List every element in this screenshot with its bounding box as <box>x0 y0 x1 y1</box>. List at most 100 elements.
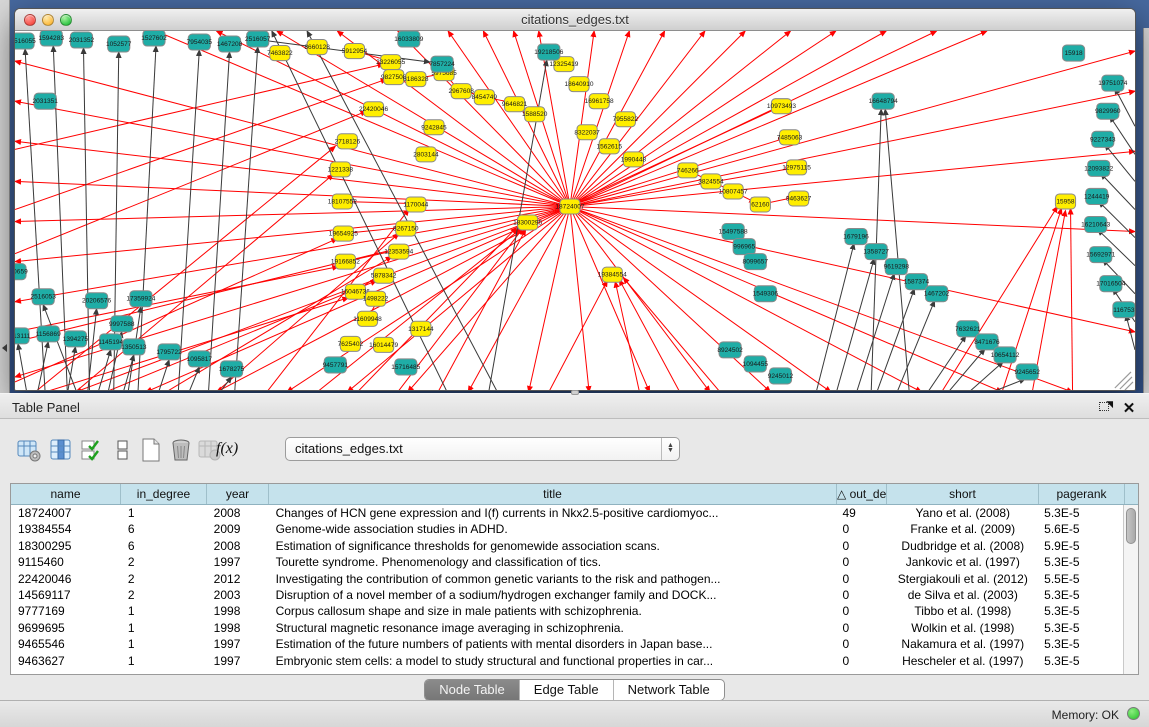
table-cell[interactable]: 2009 <box>207 521 269 537</box>
table-cell[interactable]: 0 <box>836 538 886 554</box>
window-titlebar[interactable]: citations_edges.txt <box>15 9 1135 31</box>
table-cell[interactable]: 0 <box>836 521 886 537</box>
table-cell[interactable]: 9699695 <box>11 620 121 636</box>
table-cell[interactable]: 0 <box>836 653 886 669</box>
scrollbar-thumb[interactable] <box>1126 508 1136 544</box>
table-cell[interactable]: 22420046 <box>11 571 121 587</box>
table-row[interactable]: 977716911998Corpus callosum shape and si… <box>11 603 1123 619</box>
table-cell[interactable]: Franke et al. (2009) <box>885 521 1037 537</box>
graph-edge[interactable] <box>549 281 607 390</box>
graph-edge[interactable] <box>15 141 570 206</box>
dropdown-stepper-icon[interactable]: ▲▼ <box>661 438 679 460</box>
table-cell[interactable]: 1 <box>121 653 207 669</box>
graph-edge[interactable] <box>876 289 914 390</box>
table-cell[interactable]: 1 <box>121 505 207 521</box>
table-vertical-scrollbar[interactable] <box>1123 505 1138 674</box>
graph-edge[interactable] <box>468 206 570 390</box>
table-cell[interactable]: 9465546 <box>11 636 121 652</box>
table-cell[interactable]: Nakamura et al. (1997) <box>885 636 1037 652</box>
table-cell[interactable]: 6 <box>121 521 207 537</box>
table-panel-header[interactable]: Table Panel ◥ ✕ <box>0 393 1149 419</box>
graph-edge[interactable] <box>357 228 516 390</box>
column-header-in_degree[interactable]: in_degree <box>121 484 207 504</box>
table-cell[interactable]: 5.9E-5 <box>1037 538 1123 554</box>
graph-edge[interactable] <box>570 206 589 390</box>
close-panel-icon[interactable]: ✕ <box>1121 399 1137 415</box>
table-cell[interactable]: Tibbo et al. (1998) <box>885 603 1037 619</box>
tab-network-table[interactable]: Network Table <box>614 680 724 700</box>
table-cell[interactable]: Jankovic et al. (1997) <box>885 554 1037 570</box>
function-builder-icon[interactable]: f(x) <box>216 440 238 458</box>
graph-edge[interactable] <box>619 280 679 390</box>
table-cell[interactable]: 1997 <box>207 653 269 669</box>
table-cell[interactable]: Investigating the contribution of common… <box>269 571 836 587</box>
table-cell[interactable]: Genome-wide association studies in ADHD. <box>269 521 836 537</box>
table-cell[interactable]: 0 <box>836 587 886 603</box>
table-cell[interactable]: 5.3E-5 <box>1037 587 1123 603</box>
column-header-short[interactable]: short <box>887 484 1039 504</box>
table-settings-icon[interactable] <box>16 437 42 463</box>
table-cell[interactable]: 5.3E-5 <box>1037 653 1123 669</box>
table-cell[interactable]: 1 <box>121 620 207 636</box>
table-cell[interactable]: 2008 <box>207 538 269 554</box>
table-cell[interactable]: 1997 <box>207 636 269 652</box>
table-cell[interactable]: Tourette syndrome. Phenomenology and cla… <box>269 554 836 570</box>
table-cell[interactable]: 49 <box>836 505 886 521</box>
table-cell[interactable]: 18724007 <box>11 505 121 521</box>
table-cell[interactable]: 1 <box>121 636 207 652</box>
control-panel-edge[interactable] <box>0 0 10 393</box>
graph-edge[interactable] <box>15 206 570 341</box>
graph-edge[interactable] <box>623 278 720 390</box>
table-row[interactable]: 1872400712008Changes of HCN gene express… <box>11 505 1123 521</box>
table-cell[interactable]: Estimation of significance thresholds fo… <box>269 538 836 554</box>
graph-edge[interactable] <box>216 206 570 390</box>
graph-edge[interactable] <box>570 206 1135 331</box>
table-cell[interactable]: Changes of HCN gene expression and I(f) … <box>269 505 836 521</box>
table-cell[interactable]: 1998 <box>207 620 269 636</box>
graph-edge[interactable] <box>18 344 27 390</box>
table-cell[interactable]: 2 <box>121 587 207 603</box>
table-cell[interactable]: Yano et al. (2008) <box>885 505 1037 521</box>
table-cell[interactable]: 0 <box>836 571 886 587</box>
graph-edge[interactable] <box>836 259 874 390</box>
graph-edge[interactable] <box>188 367 199 390</box>
graph-edge[interactable] <box>178 50 199 390</box>
graph-edge[interactable] <box>570 91 1135 206</box>
graph-edge[interactable] <box>570 206 650 390</box>
tab-node-table[interactable]: Node Table <box>425 680 520 700</box>
table-cell[interactable]: 0 <box>836 636 886 652</box>
table-cell[interactable]: 5.3E-5 <box>1037 636 1123 652</box>
graph-edge[interactable] <box>15 206 570 261</box>
table-cell[interactable]: 18300295 <box>11 538 121 554</box>
table-cell[interactable]: Structural magnetic resonance image aver… <box>269 620 836 636</box>
table-cell[interactable]: 6 <box>121 538 207 554</box>
network-graph-svg[interactable]: 7463822866012859129542322605598275088186… <box>15 31 1135 390</box>
table-cell[interactable]: Embryonic stem cells: a model to study s… <box>269 653 836 669</box>
table-row[interactable]: 969969511998Structural magnetic resonanc… <box>11 620 1123 636</box>
table-cell[interactable]: 5.6E-5 <box>1037 521 1123 537</box>
graph-edge[interactable] <box>570 206 710 390</box>
table-cell[interactable]: 0 <box>836 554 886 570</box>
table-cell[interactable]: 19384554 <box>11 521 121 537</box>
column-header-name[interactable]: name <box>11 484 121 504</box>
graph-edge[interactable] <box>570 31 791 206</box>
table-cell[interactable]: Hescheler et al. (1997) <box>885 653 1037 669</box>
select-columns-icon[interactable] <box>48 437 74 463</box>
select-all-rows-icon[interactable] <box>79 437 105 463</box>
table-cell[interactable]: 14569117 <box>11 587 121 603</box>
graph-edge[interactable] <box>15 206 570 376</box>
graph-edge[interactable] <box>570 51 1135 206</box>
graph-edge[interactable] <box>896 301 934 390</box>
graph-edge[interactable] <box>98 350 111 390</box>
graph-edge[interactable] <box>45 298 348 390</box>
table-cell[interactable]: Stergiakouli et al. (2012) <box>885 571 1037 587</box>
graph-edge[interactable] <box>208 52 229 390</box>
graph-edge[interactable] <box>615 282 639 390</box>
table-cell[interactable]: 1 <box>121 603 207 619</box>
table-cell[interactable]: Dudbridge et al. (2008) <box>885 538 1037 554</box>
table-cell[interactable]: 1997 <box>207 554 269 570</box>
table-cell[interactable]: 5.5E-5 <box>1037 571 1123 587</box>
table-body[interactable]: 1872400712008Changes of HCN gene express… <box>11 505 1123 674</box>
column-header-pagerank[interactable]: pagerank <box>1039 484 1125 504</box>
table-row[interactable]: 1938455462009Genome-wide association stu… <box>11 521 1123 537</box>
